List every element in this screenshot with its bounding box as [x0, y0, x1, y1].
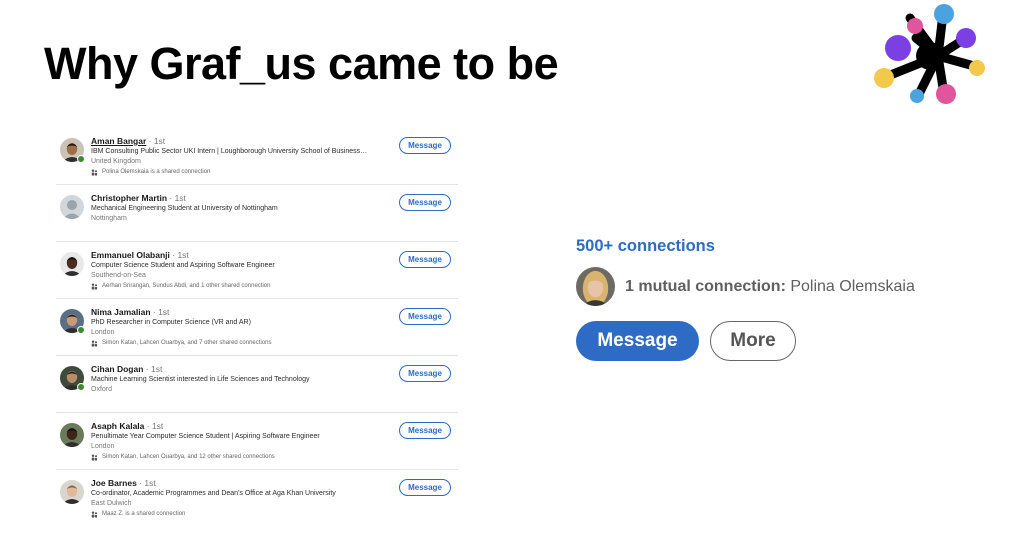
mutual-connection-text[interactable]: 1 mutual connection: Polina Olemskaia: [625, 278, 915, 296]
connection-headline: Mechanical Engineering Student at Univer…: [91, 205, 278, 212]
connection-name[interactable]: Joe Barnes: [91, 478, 137, 488]
connection-message-button[interactable]: Message: [399, 365, 451, 382]
connection-message-button[interactable]: Message: [399, 251, 451, 268]
connection-row: Nima Jamalian · 1st PhD Researcher in Co…: [56, 299, 458, 356]
connection-name[interactable]: Asaph Kalala: [91, 421, 144, 431]
connection-row: Joe Barnes · 1st Co-ordinator, Academic …: [56, 470, 458, 527]
connection-location: Southend-on-Sea: [91, 272, 146, 279]
graf-us-logo-icon: [874, 4, 985, 104]
shared-connections-text: Aerhan Srirangan, Sundus Abdi, and 1 oth…: [102, 283, 271, 289]
connection-message-button[interactable]: Message: [399, 194, 451, 211]
connection-row: Asaph Kalala · 1st Penultimate Year Comp…: [56, 413, 458, 470]
connection-message-button[interactable]: Message: [399, 479, 451, 496]
shared-connections-text: Simon Katan, Lahcen Ouarbya, and 7 other…: [102, 340, 272, 346]
shared-connections[interactable]: Simon Katan, Lahcen Ouarbya, and 12 othe…: [91, 452, 391, 462]
connection-degree: · 1st: [150, 307, 170, 317]
shared-connections-text: Polina Olemskaia is a shared connection: [102, 169, 211, 175]
connection-avatar[interactable]: [60, 252, 84, 276]
connection-name[interactable]: Cihan Dogan: [91, 364, 143, 374]
connection-location: East Dulwich: [91, 500, 132, 507]
connection-headline: Computer Science Student and Aspiring So…: [91, 262, 275, 269]
connection-row: Cihan Dogan · 1st Machine Learning Scien…: [56, 356, 458, 413]
connection-message-button[interactable]: Message: [399, 308, 451, 325]
slide-title: Why Graf_us came to be: [44, 38, 559, 89]
connection-location: Oxford: [91, 386, 113, 393]
connection-degree: · 1st: [169, 250, 189, 260]
connection-row: Aman Bangar · 1st IBM Consulting Public …: [56, 128, 458, 185]
shared-connections[interactable]: Simon Katan, Lahcen Ouarbya, and 7 other…: [91, 338, 391, 348]
connection-name[interactable]: Christopher Martin: [91, 193, 167, 203]
connection-headline: PhD Researcher in Computer Science (VR a…: [91, 319, 251, 326]
connection-degree: · 1st: [146, 136, 166, 146]
message-button[interactable]: Message: [576, 321, 699, 361]
connection-degree: · 1st: [143, 364, 163, 374]
connection-message-button[interactable]: Message: [399, 422, 451, 439]
shared-connections-icon: [91, 454, 98, 461]
connection-row: Christopher Martin · 1st Mechanical Engi…: [56, 185, 458, 242]
connection-name[interactable]: Nima Jamalian: [91, 307, 151, 317]
connection-name[interactable]: Aman Bangar: [91, 136, 146, 146]
connection-location: Nottingham: [91, 215, 127, 222]
shared-connections-text: Simon Katan, Lahcen Ouarbya, and 12 othe…: [102, 454, 275, 460]
connection-headline: Machine Learning Scientist interested in…: [91, 376, 310, 383]
shared-connections-icon: [91, 511, 98, 518]
connection-avatar[interactable]: [60, 480, 84, 504]
connections-count-link[interactable]: 500+ connections: [576, 237, 715, 256]
online-status-dot: [77, 155, 85, 163]
shared-connections-icon: [91, 283, 98, 290]
shared-connections-text: Maaz Z. is a shared connection: [102, 511, 186, 517]
shared-connections-icon: [91, 340, 98, 347]
connection-degree: · 1st: [136, 478, 156, 488]
online-status-dot: [77, 326, 85, 334]
connection-degree: · 1st: [167, 193, 186, 203]
connection-row: Emmanuel Olabanji · 1st Computer Science…: [56, 242, 458, 299]
mutual-connection-label: 1 mutual connection:: [625, 278, 786, 295]
connection-headline: Co-ordinator, Academic Programmes and De…: [91, 490, 336, 497]
shared-connections[interactable]: Maaz Z. is a shared connection: [91, 509, 391, 519]
connection-message-button[interactable]: Message: [399, 137, 451, 154]
connection-avatar[interactable]: [60, 423, 84, 447]
online-status-dot: [77, 383, 85, 391]
more-button[interactable]: More: [710, 321, 796, 361]
shared-connections[interactable]: Aerhan Srirangan, Sundus Abdi, and 1 oth…: [91, 281, 391, 291]
mutual-connection-name: Polina Olemskaia: [785, 278, 915, 295]
connection-avatar[interactable]: [60, 195, 84, 219]
connection-location: United Kingdom: [91, 158, 141, 165]
shared-connections-icon: [91, 169, 98, 176]
connection-location: London: [91, 443, 115, 450]
connection-name[interactable]: Emmanuel Olabanji: [91, 250, 170, 260]
connection-location: London: [91, 329, 115, 336]
mutual-connection-avatar[interactable]: [576, 267, 615, 306]
connections-list: Aman Bangar · 1st IBM Consulting Public …: [56, 128, 458, 527]
connection-headline: Penultimate Year Computer Science Studen…: [91, 433, 320, 440]
connection-headline: IBM Consulting Public Sector UKI Intern …: [91, 148, 368, 155]
shared-connections[interactable]: Polina Olemskaia is a shared connection: [91, 167, 391, 177]
connection-degree: · 1st: [144, 421, 164, 431]
